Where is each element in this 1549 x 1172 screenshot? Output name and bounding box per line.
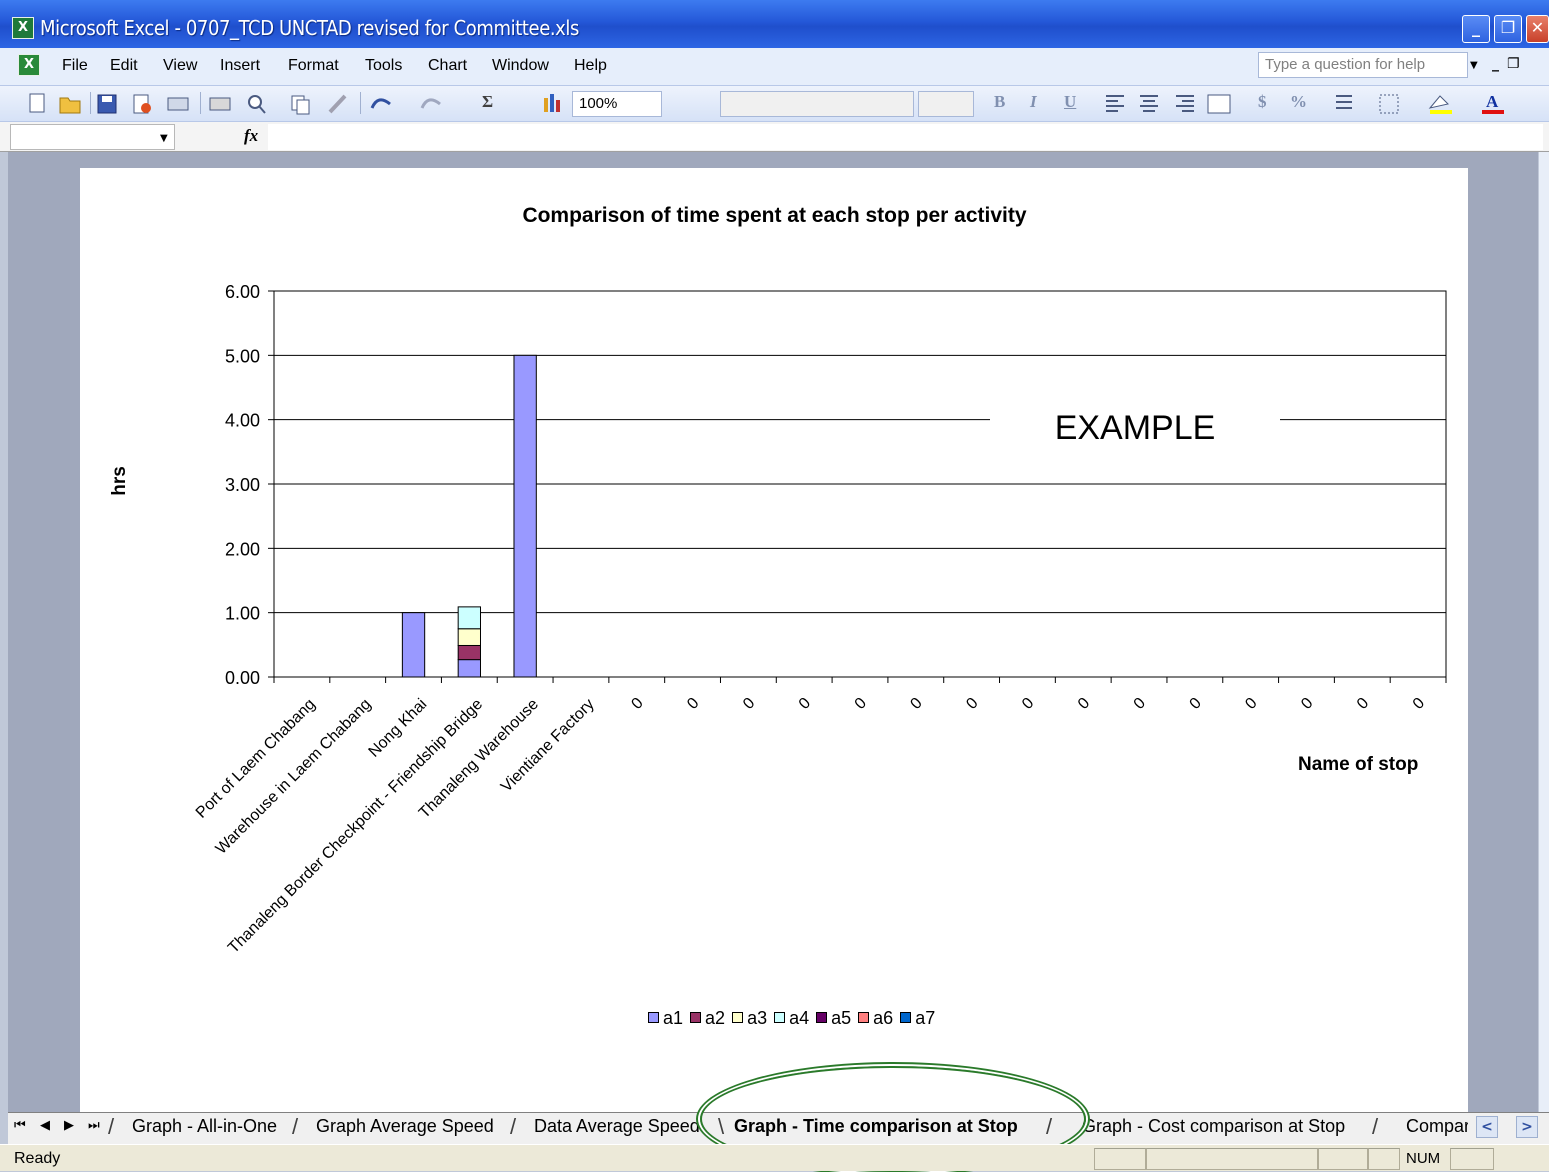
y-tick-label: 6.00 xyxy=(225,282,260,302)
x-tick-label: 0 xyxy=(628,695,646,713)
chart-plot[interactable]: 0.001.002.003.004.005.006.00Port of Laem… xyxy=(0,0,1549,1000)
tab-divider: / xyxy=(108,1114,115,1139)
x-tick-label: 0 xyxy=(1187,695,1205,713)
tab-divider: / xyxy=(1372,1114,1379,1139)
legend-label: a6 xyxy=(873,1008,894,1028)
legend-swatch xyxy=(690,1012,702,1023)
status-panel xyxy=(1318,1148,1368,1170)
prev-sheet-button[interactable]: ◀ xyxy=(40,1118,50,1133)
legend-item-a5: a5 xyxy=(816,1008,851,1029)
last-sheet-button[interactable]: ⏭ xyxy=(88,1118,100,1133)
status-panel xyxy=(1146,1148,1318,1170)
legend-item-a3: a3 xyxy=(732,1008,767,1029)
status-text: Ready xyxy=(14,1150,61,1167)
legend-swatch xyxy=(816,1012,828,1023)
x-tick-label: Vientiane Factory xyxy=(498,696,598,796)
x-tick-label: Thanaleng Border Checkpoint - Friendship… xyxy=(225,696,486,957)
y-tick-label: 1.00 xyxy=(225,604,260,624)
legend-swatch xyxy=(648,1012,659,1023)
x-tick-label: 0 xyxy=(852,695,870,713)
y-tick-label: 5.00 xyxy=(225,346,260,366)
example-annotation: EXAMPLE xyxy=(990,404,1280,452)
x-tick-label: 0 xyxy=(1075,695,1093,713)
bar-a1 xyxy=(401,612,426,678)
x-tick-label: 0 xyxy=(1298,695,1316,713)
x-tick-label: 0 xyxy=(963,695,981,713)
scroll-left-button[interactable]: < xyxy=(1476,1116,1498,1138)
tab-compar[interactable]: Compar xyxy=(1406,1116,1468,1137)
next-sheet-button[interactable]: ▶ xyxy=(64,1118,74,1133)
bar-a3 xyxy=(457,628,481,646)
tab-data-average-speed[interactable]: Data Average Speed xyxy=(534,1116,706,1137)
status-panel xyxy=(1368,1148,1400,1170)
x-tick-label: 0 xyxy=(1131,695,1149,713)
x-tick-label: 0 xyxy=(1410,695,1428,713)
bar-a2 xyxy=(457,644,481,661)
y-tick-label: 3.00 xyxy=(225,475,260,495)
y-tick-label: 2.00 xyxy=(225,539,260,559)
legend-item-a1: a1 xyxy=(648,1008,683,1029)
y-tick-label: 0.00 xyxy=(225,668,260,688)
tab-graph-cost-comparison[interactable]: Graph - Cost comparison at Stop xyxy=(1082,1116,1345,1137)
status-panel xyxy=(1450,1148,1494,1170)
legend-label: a2 xyxy=(705,1008,726,1028)
legend-swatch xyxy=(858,1012,870,1023)
x-tick-label: 0 xyxy=(1019,695,1037,713)
y-axis-label[interactable]: hrs xyxy=(109,466,131,496)
x-tick-label: 0 xyxy=(907,695,925,713)
x-tick-label: 0 xyxy=(684,695,702,713)
x-tick-label: 0 xyxy=(740,695,758,713)
x-axis-label[interactable]: Name of stop xyxy=(1298,754,1418,776)
first-sheet-button[interactable]: ⏮ xyxy=(14,1118,26,1133)
bar-a1 xyxy=(513,354,537,678)
x-tick-label: 0 xyxy=(1354,695,1372,713)
bar-a1 xyxy=(457,659,481,678)
status-panel xyxy=(1094,1148,1146,1170)
scroll-right-button[interactable]: > xyxy=(1516,1116,1538,1138)
y-tick-label: 4.00 xyxy=(225,411,260,431)
num-lock-indicator: NUM xyxy=(1406,1150,1441,1167)
legend-label: a3 xyxy=(747,1008,768,1028)
legend-item-a6: a6 xyxy=(858,1008,893,1029)
tab-graph-all-in-one[interactable]: Graph - All-in-One xyxy=(132,1116,277,1137)
tab-graph-average-speed[interactable]: Graph Average Speed xyxy=(316,1116,494,1137)
tab-divider: / xyxy=(510,1114,517,1139)
legend-item-a7: a7 xyxy=(900,1008,935,1029)
legend-label: a1 xyxy=(663,1008,684,1028)
x-tick-label: 0 xyxy=(796,695,814,713)
legend-swatch xyxy=(732,1012,744,1023)
legend-label: a4 xyxy=(789,1008,810,1028)
legend-item-a4: a4 xyxy=(774,1008,809,1029)
x-tick-label: 0 xyxy=(1242,695,1260,713)
legend-label: a5 xyxy=(831,1008,852,1028)
legend-item-a2: a2 xyxy=(690,1008,725,1029)
legend-swatch xyxy=(774,1012,786,1023)
legend-swatch xyxy=(900,1012,912,1023)
bar-a4 xyxy=(457,606,481,630)
legend-label: a7 xyxy=(915,1008,936,1028)
tab-divider: / xyxy=(292,1114,299,1139)
chart-legend[interactable]: a1 a2 a3 a4 a5 a6 a7 xyxy=(648,1008,942,1029)
